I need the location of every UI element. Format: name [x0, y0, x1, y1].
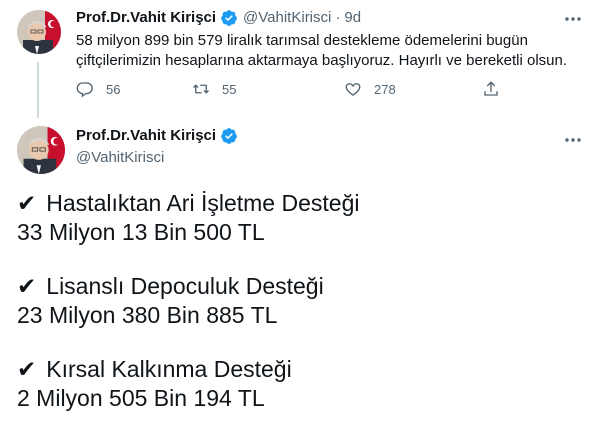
retweet-count: 55: [222, 81, 237, 97]
reply-button[interactable]: 56: [76, 80, 120, 98]
support-item-amount: 2 Milyon 505 Bin 194 TL: [17, 385, 265, 411]
support-item-amount: 23 Milyon 380 Bin 885 TL: [17, 302, 278, 328]
support-item-title: ✔ Hastalıktan Ari İşletme Desteği: [17, 189, 359, 217]
reply-icon: [76, 82, 93, 98]
display-name[interactable]: Prof.Dr.Vahit Kirişci: [76, 126, 216, 146]
display-name[interactable]: Prof.Dr.Vahit Kirişci: [76, 8, 216, 28]
support-item-title-text: Lisanslı Depoculuk Desteği: [46, 273, 324, 299]
tweet-text: 58 milyon 899 bin 579 liralık tarımsal d…: [76, 32, 568, 69]
timestamp[interactable]: 9d: [344, 8, 361, 28]
support-item-amount: 33 Milyon 13 Bin 500 TL: [17, 219, 265, 245]
tweet-header: Prof.Dr.Vahit Kirişci @VahitKirisci · 9d: [76, 8, 361, 28]
more-icon[interactable]: [562, 9, 584, 29]
verified-badge-icon: [220, 127, 238, 145]
like-count: 278: [374, 81, 396, 97]
support-item-title-text: Kırsal Kalkınma Desteği: [46, 356, 292, 382]
support-item-title: ✔ Lisanslı Depoculuk Desteği: [17, 272, 324, 300]
user-handle[interactable]: @VahitKirisci: [76, 148, 164, 168]
like-icon: [345, 83, 361, 96]
support-item-title: ✔ Kırsal Kalkınma Desteği: [17, 355, 292, 383]
avatar-image: [17, 10, 61, 54]
tweet-header: Prof.Dr.Vahit Kirişci: [76, 126, 238, 146]
checkmark-icon: ✔: [17, 356, 37, 382]
support-item-title-text: Hastalıktan Ari İşletme Desteği: [46, 190, 360, 216]
share-button[interactable]: [482, 80, 512, 98]
reply-count: 56: [106, 81, 121, 97]
retweet-button[interactable]: 55: [192, 80, 236, 98]
avatar[interactable]: [17, 10, 61, 54]
avatar[interactable]: [17, 126, 65, 174]
retweet-icon: [193, 84, 209, 94]
verified-badge-icon: [220, 9, 238, 27]
separator-dot: ·: [335, 9, 341, 26]
user-handle[interactable]: @VahitKirisci: [243, 8, 331, 28]
share-icon: [484, 81, 498, 96]
tweet-actions: 56 55 278: [76, 80, 516, 104]
avatar-image: [17, 126, 65, 174]
more-icon[interactable]: [562, 130, 584, 150]
thread-connector: [37, 62, 39, 118]
checkmark-icon: ✔: [17, 190, 37, 216]
checkmark-icon: ✔: [17, 273, 37, 299]
like-button[interactable]: 278: [344, 80, 396, 98]
